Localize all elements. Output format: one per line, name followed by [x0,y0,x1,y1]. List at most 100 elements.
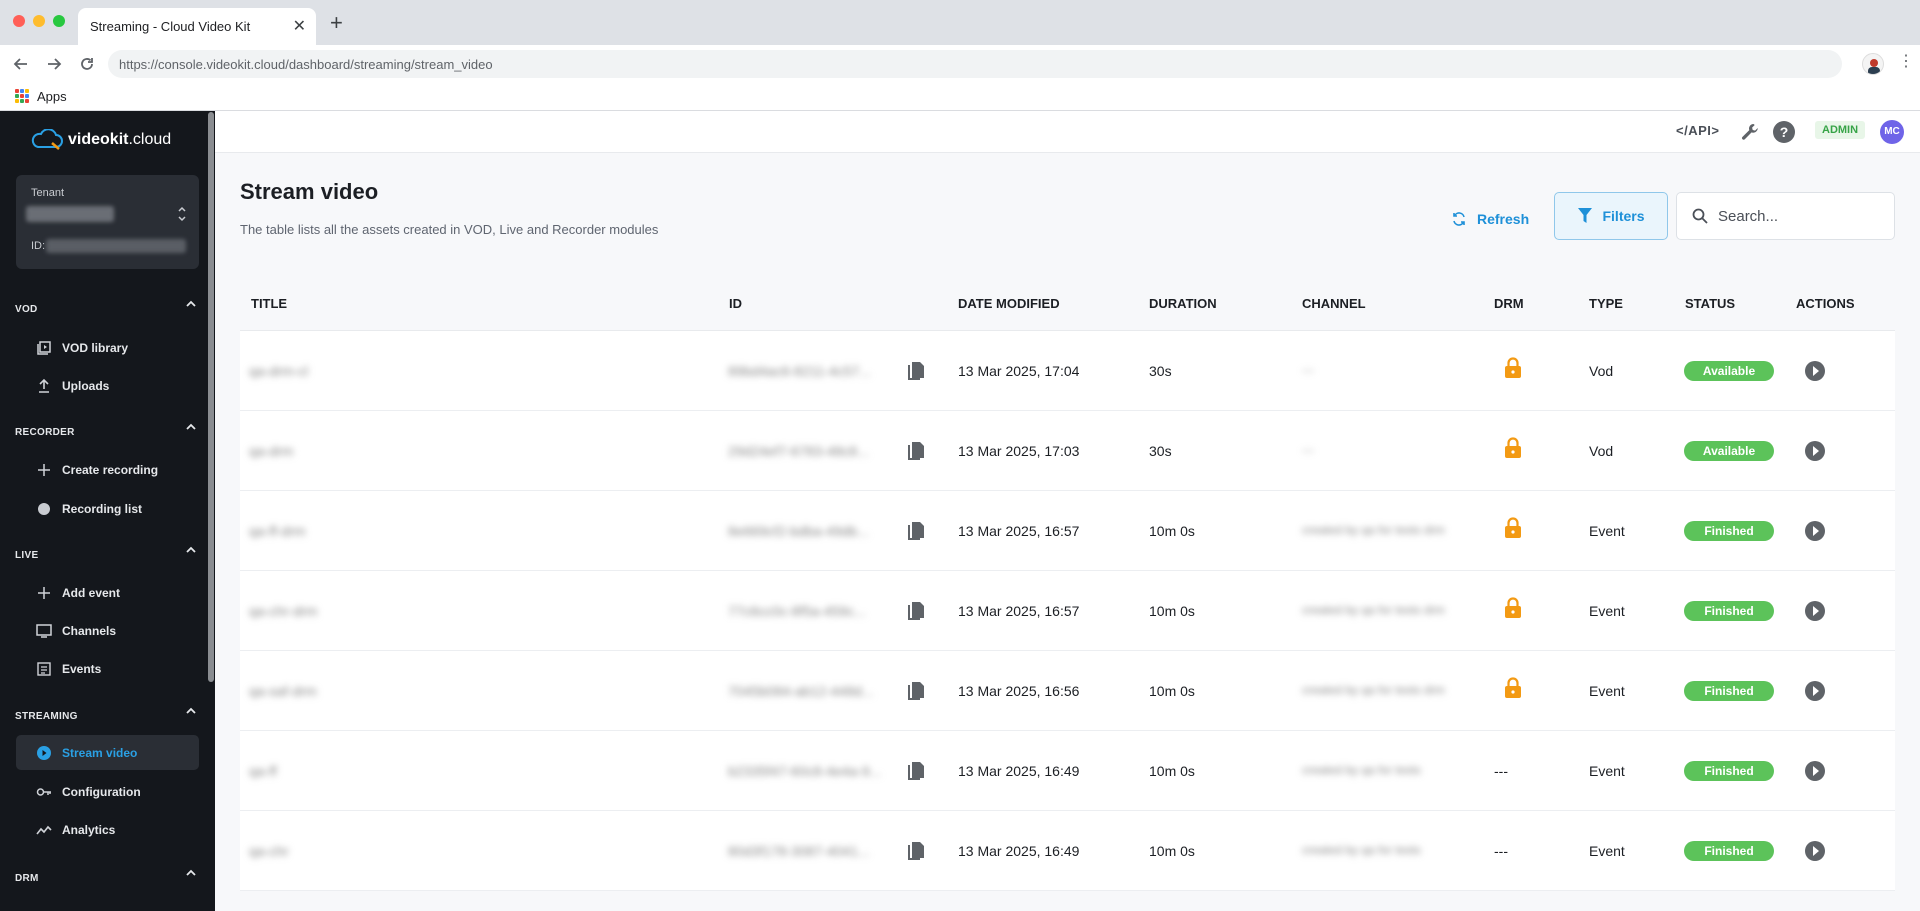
play-icon[interactable] [1805,841,1825,861]
section-vod-header[interactable]: VOD [15,299,197,317]
section-live-header[interactable]: LIVE [15,545,197,563]
tenant-selector[interactable]: Tenant ID: [16,175,199,269]
cell-title[interactable]: qa-ff [249,763,277,779]
cell-title[interactable]: qa-drm [249,443,293,459]
cell-duration: 10m 0s [1149,763,1195,779]
cell-title[interactable]: qa-chr [249,843,289,859]
section-streaming-header[interactable]: STREAMING [15,706,197,724]
section-recorder-header[interactable]: RECORDER [15,422,197,440]
table-row[interactable]: qa-chr 80d3f178-3087-4041... 13 Mar 2025, … [240,811,1895,891]
play-icon[interactable] [1805,521,1825,541]
top-bar: </API> ? ADMIN MC [215,111,1920,153]
table-row[interactable]: qa-ff-drm 8e669cf2-bdba-49db... 13 Mar 202… [240,491,1895,571]
cell-title[interactable]: qa-chr-drm [249,603,317,619]
cell-date-modified: 13 Mar 2025, 16:49 [958,843,1080,859]
sidebar-item-stream-video[interactable]: Stream video [16,735,199,770]
play-icon[interactable] [1805,441,1825,461]
sidebar-item-channels[interactable]: Channels [16,613,199,648]
plus-icon [36,462,52,478]
cell-title[interactable]: qa-ff-drm [249,523,306,539]
sidebar-scrollbar-thumb[interactable] [208,112,214,682]
wrench-icon[interactable] [1740,122,1760,142]
sidebar-scrollbar[interactable] [207,112,215,682]
sidebar-item-recording-list[interactable]: Recording list [16,491,199,526]
column-header-date-modified[interactable]: DATE MODIFIED [958,296,1060,311]
sidebar-item-uploads[interactable]: Uploads [16,368,199,403]
copy-icon[interactable] [906,439,926,461]
browser-tab[interactable]: Streaming - Cloud Video Kit ✕ [78,8,316,45]
column-header-channel[interactable]: CHANNEL [1302,296,1366,311]
column-header-actions: ACTIONS [1796,296,1855,311]
cell-title[interactable]: qa-saf-drm [249,683,317,699]
tenant-name-redacted [26,206,114,222]
browser-menu-icon[interactable]: ⋮ [1898,54,1914,70]
copy-icon[interactable] [906,599,926,621]
table-row[interactable]: qa-ff b2335f47-60c8-4e4a-9... 13 Mar 2025,… [240,731,1895,811]
address-bar[interactable]: https://console.videokit.cloud/dashboard… [108,50,1842,78]
back-arrow-icon[interactable] [10,53,32,75]
videokit-logo[interactable]: videokit.cloud [30,129,171,151]
column-header-status[interactable]: STATUS [1685,296,1735,311]
sidebar-item-vod-library[interactable]: VOD library [16,330,199,365]
copy-icon[interactable] [906,839,926,861]
window-minimize-button[interactable] [33,15,45,27]
apps-grid-icon[interactable] [15,89,29,103]
forward-arrow-icon[interactable] [43,53,65,75]
copy-icon[interactable] [906,679,926,701]
copy-icon[interactable] [906,759,926,781]
column-header-type[interactable]: TYPE [1589,296,1623,311]
tenant-id-redacted [46,239,186,253]
refresh-button[interactable]: Refresh [1451,204,1529,234]
sidebar-item-events[interactable]: Events [16,651,199,686]
column-header-duration[interactable]: DURATION [1149,296,1217,311]
sidebar-item-analytics[interactable]: Analytics [16,812,199,847]
chart-line-icon [36,822,52,838]
sidebar-item-configuration[interactable]: Configuration [16,774,199,809]
play-icon[interactable] [1805,601,1825,621]
table-row[interactable]: qa-drm 29d24ef7-6783-48c8... 13 Mar 2025, … [240,411,1895,491]
table-row[interactable]: qa-drm-cl 89bd4ac6-8211-4c57... 13 Mar 202… [240,331,1895,411]
search-input[interactable] [1718,207,1868,225]
filters-button[interactable]: Filters [1554,192,1668,240]
window-close-button[interactable] [13,15,25,27]
search-icon [1692,208,1708,224]
apps-link[interactable]: Apps [37,89,67,104]
section-drm-header[interactable]: DRM [15,868,197,886]
play-icon[interactable] [1805,361,1825,381]
cell-type: Event [1589,843,1625,859]
column-header-title[interactable]: TITLE [251,296,287,311]
sidebar-item-label: Create recording [62,462,159,477]
lock-icon [1505,517,1521,538]
sidebar-item-create-recording[interactable]: Create recording [16,452,199,487]
assets-table: TITLE ID DATE MODIFIED DURATION CHANNEL … [240,275,1895,891]
sidebar-item-add-event[interactable]: Add event [16,575,199,610]
tab-title: Streaming - Cloud Video Kit [90,19,251,34]
table-row[interactable]: qa-saf-drm 7045b084-ab12-448d... 13 Mar 20… [240,651,1895,731]
cell-duration: 10m 0s [1149,523,1195,539]
cell-type: Event [1589,683,1625,699]
sidebar-item-label: Recording list [62,501,143,516]
search-box[interactable] [1676,192,1895,240]
tab-close-icon[interactable]: ✕ [293,16,306,36]
user-avatar[interactable]: MC [1880,120,1904,144]
copy-icon[interactable] [906,519,926,541]
cell-date-modified: 13 Mar 2025, 16:57 [958,523,1080,539]
lock-icon [1505,597,1521,618]
copy-icon[interactable] [906,359,926,381]
cell-title[interactable]: qa-drm-cl [249,363,308,379]
api-link[interactable]: </API> [1676,123,1719,138]
play-icon[interactable] [1805,761,1825,781]
reload-icon[interactable] [76,53,98,75]
cell-id: 89bd4ac6-8211-4c57... [728,363,871,379]
cell-id: 7045b084-ab12-448d... [728,683,874,699]
column-header-id[interactable]: ID [729,296,742,311]
profile-avatar-icon[interactable] [1862,53,1884,75]
column-header-drm[interactable]: DRM [1494,296,1524,311]
sidebar-item-label: Events [62,661,102,676]
new-tab-button[interactable]: + [330,12,343,34]
window-maximize-button[interactable] [53,15,65,27]
cell-duration: 30s [1149,443,1172,459]
table-row[interactable]: qa-chr-drm 77c6cc0c-8f5a-459c... 13 Mar 20… [240,571,1895,651]
help-icon[interactable]: ? [1773,121,1795,143]
play-icon[interactable] [1805,681,1825,701]
